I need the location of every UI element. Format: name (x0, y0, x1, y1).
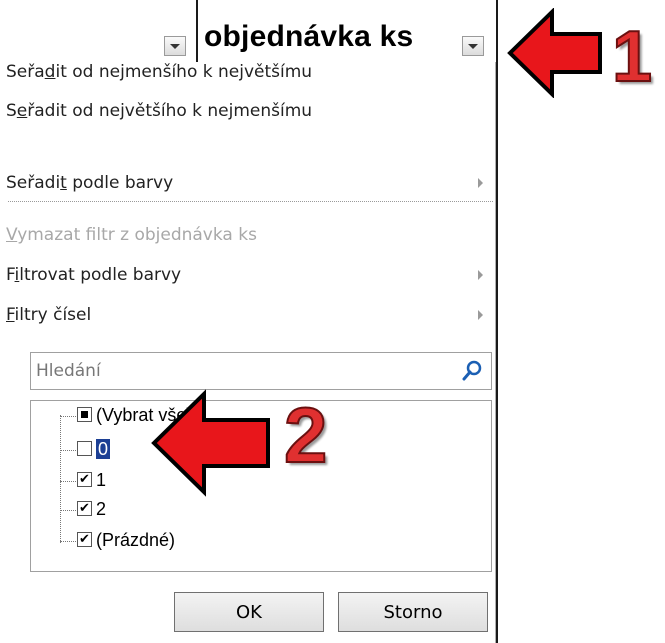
checkbox-icon[interactable] (77, 407, 92, 422)
menu-item-accelerator: F (6, 305, 15, 325)
submenu-arrow-icon (478, 178, 483, 188)
menu-item-label: Seřa (6, 62, 45, 82)
callout-number-2: 2 (283, 390, 328, 480)
search-placeholder: Hledání (36, 361, 101, 381)
search-input[interactable]: Hledání (30, 352, 492, 390)
menu-item-sort-ascending[interactable]: Seřadit od nejmenšího k největšímu (0, 52, 495, 92)
menu-item-clear-filter: Vymazat filtr z objednávka ks (0, 215, 495, 255)
search-icon (462, 360, 482, 381)
menu-item-label: ltrovat podle barvy (19, 265, 182, 285)
submenu-arrow-icon (478, 310, 483, 320)
chevron-down-icon (170, 43, 180, 49)
checkbox-icon[interactable]: ✔ (77, 501, 92, 516)
menu-item-number-filters[interactable]: Filtry čísel (0, 295, 495, 335)
list-item-label: 2 (96, 499, 107, 519)
cancel-button[interactable]: Storno (338, 592, 488, 632)
menu-item-label: it od nejmenšího k největšímu (55, 62, 313, 82)
ok-button[interactable]: OK (174, 592, 324, 632)
menu-separator (8, 201, 493, 202)
list-item-label: (Prázdné) (96, 530, 176, 550)
red-arrow-icon (151, 389, 270, 497)
menu-item-label: řadit od největšího k nejmenšímu (27, 101, 313, 121)
menu-item-accelerator: t (60, 173, 67, 193)
menu-item-label: F (6, 265, 15, 285)
menu-item-label: S (6, 101, 17, 121)
menu-item-accelerator: d (44, 62, 56, 82)
menu-item-sort-descending[interactable]: Seřadit od největšího k nejmenšímu (0, 91, 495, 131)
menu-item-accelerator: V (6, 225, 18, 245)
menu-item-label: Seřadi (6, 173, 61, 193)
menu-item-label: ymazat filtr z objednávka ks (17, 225, 257, 245)
submenu-arrow-icon (478, 270, 483, 280)
menu-item-filter-by-color[interactable]: Filtrovat podle barvy (0, 255, 495, 295)
selected-value-label: 0 (96, 439, 111, 459)
checkbox-icon[interactable] (77, 441, 92, 456)
menu-item-label: podle barvy (66, 173, 174, 193)
red-arrow-icon (507, 8, 602, 98)
menu-item-accelerator: e (16, 101, 28, 121)
list-item-label: 0 (96, 439, 111, 460)
menu-item-label: iltry čísel (14, 305, 92, 325)
list-item-label: 1 (96, 470, 107, 490)
checkbox-icon[interactable]: ✔ (77, 472, 92, 487)
menu-item-sort-by-color[interactable]: Seřadit podle barvy (0, 163, 495, 203)
checkbox-icon[interactable]: ✔ (77, 532, 92, 547)
callout-number-1: 1 (611, 16, 653, 98)
tree-connector (60, 415, 61, 543)
column-divider (496, 0, 498, 643)
chevron-down-icon (468, 43, 478, 49)
column-header-title: objednávka ks (204, 20, 414, 53)
